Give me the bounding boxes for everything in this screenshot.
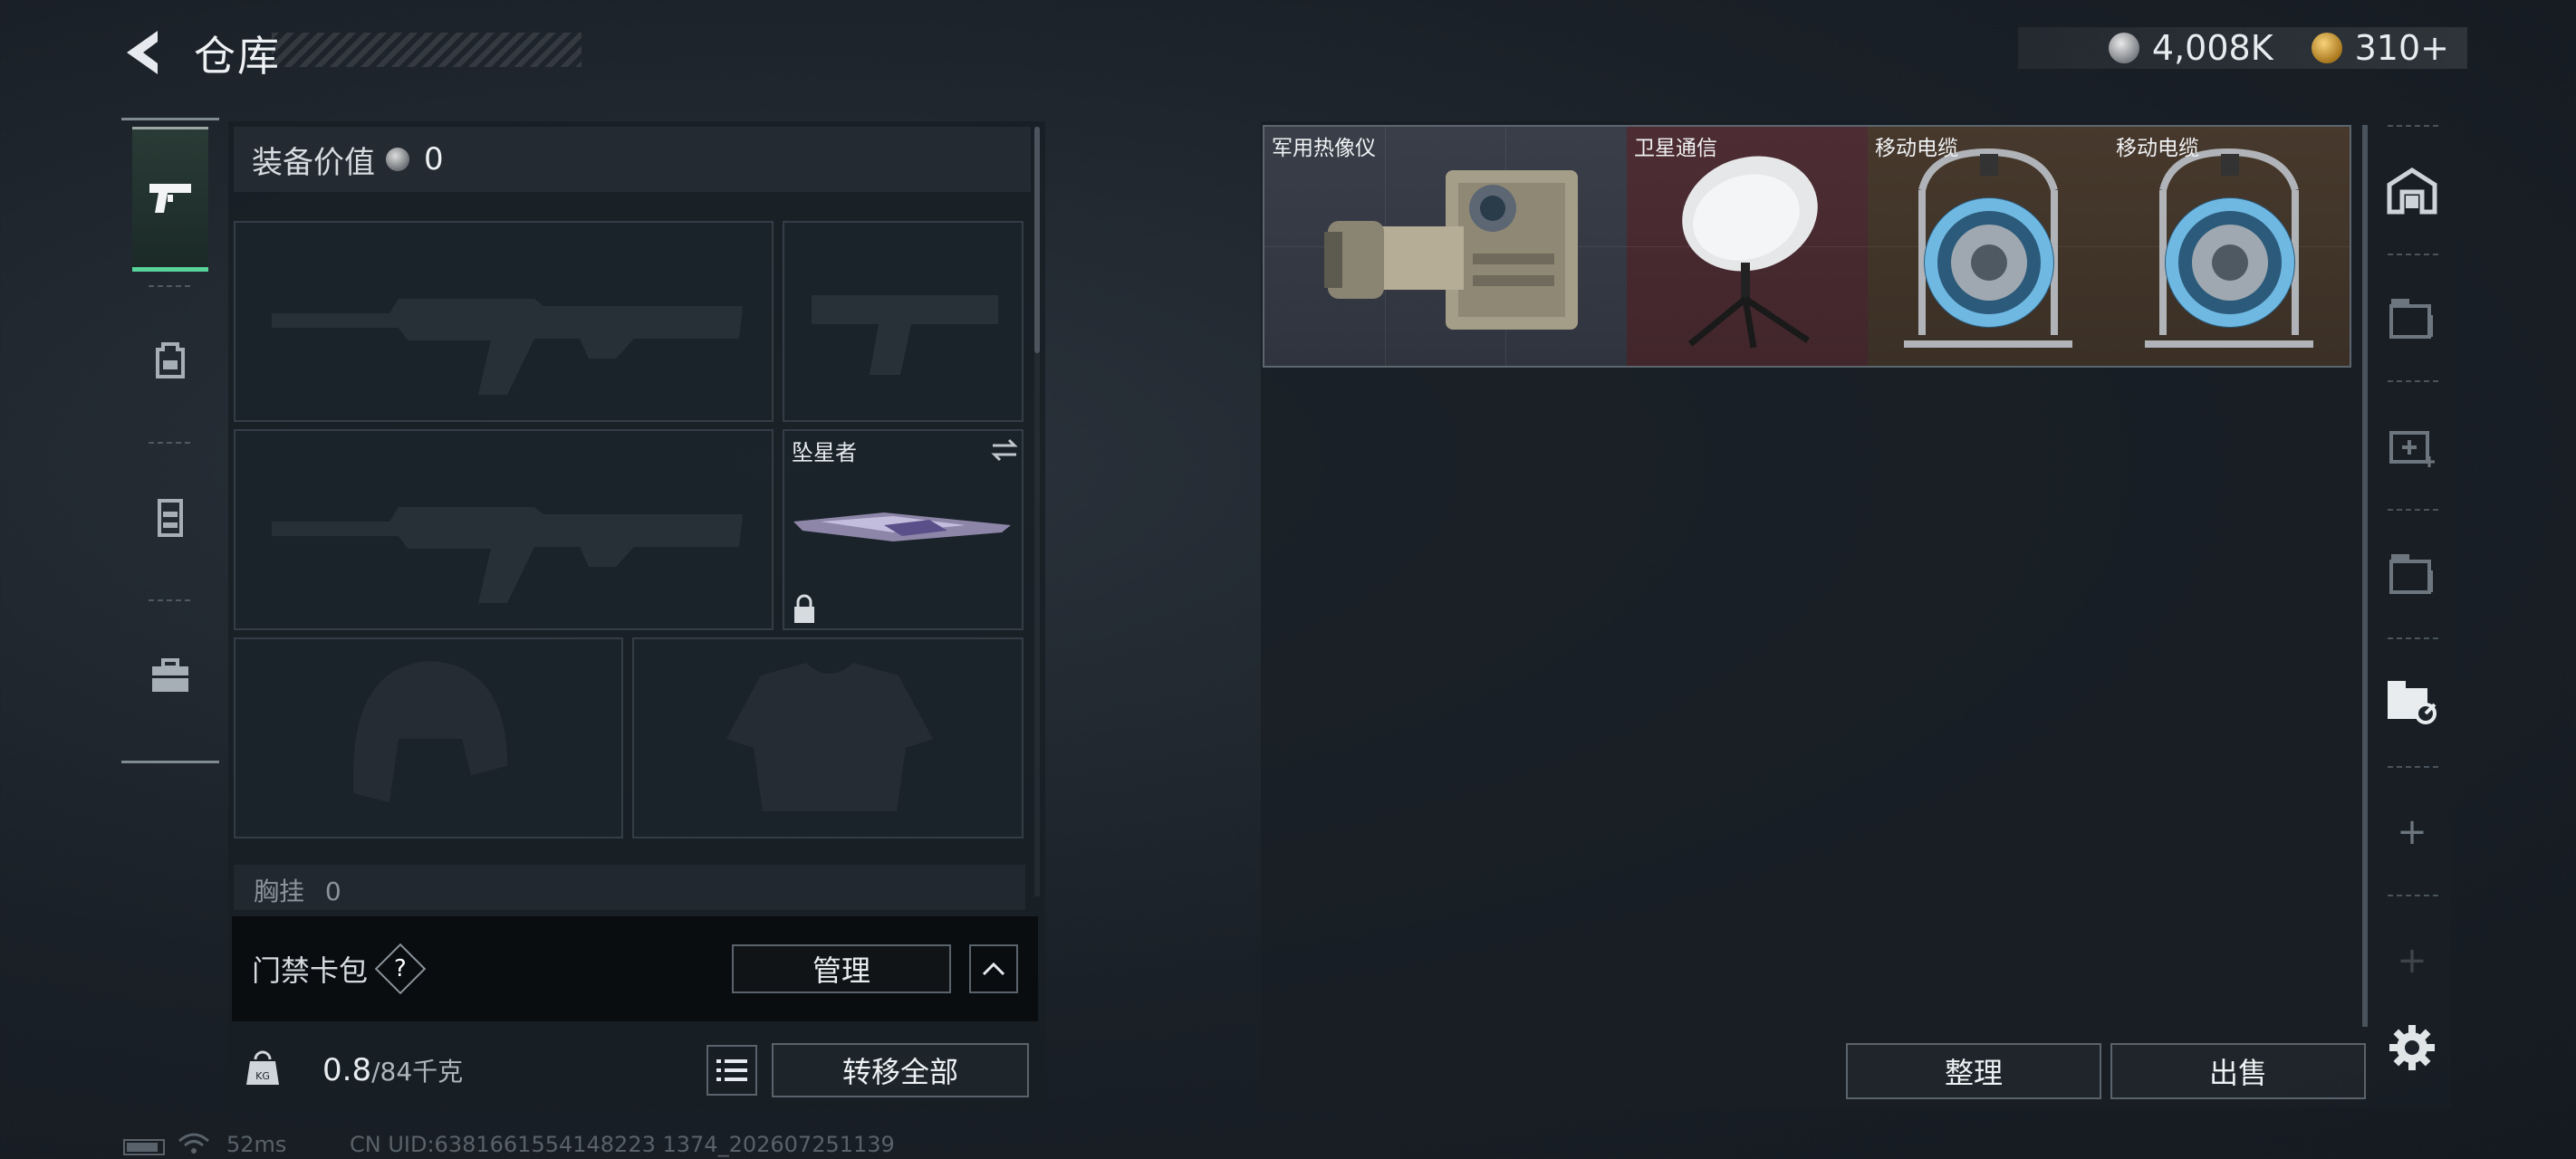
medical-box-icon: [2389, 431, 2435, 467]
vest-icon: [158, 499, 183, 537]
rail-bottom-line: [121, 761, 219, 763]
storage-house-icon: [2387, 168, 2437, 215]
carry-weight: 0.8/84千克: [322, 1052, 463, 1088]
rail-separator: [2388, 380, 2438, 382]
collapse-button[interactable]: [969, 944, 1018, 993]
silver-balance: 4,008K: [2151, 28, 2273, 68]
page-title: 仓库: [194, 32, 281, 81]
help-mark: ?: [394, 955, 407, 982]
backpack-icon: [156, 342, 185, 378]
list-icon: [716, 1059, 747, 1081]
rail-separator: [2388, 509, 2438, 511]
chevron-up-icon: [982, 962, 1005, 976]
stash-page-3[interactable]: [2380, 413, 2444, 476]
gold-coin-icon: [2311, 33, 2342, 63]
tab-briefcase[interactable]: [132, 603, 208, 748]
stash-item-satellite-comm[interactable]: 卫星通信: [1627, 127, 1868, 366]
equipment-scrollbar[interactable]: [1034, 127, 1040, 353]
rail-separator: [2388, 637, 2438, 639]
help-icon[interactable]: ?: [374, 943, 427, 995]
item-name: 移动电缆: [2116, 137, 2199, 160]
svg-text:KG: KG: [255, 1070, 270, 1082]
silver-coin-icon: [2108, 33, 2139, 63]
slot-primary-weapon[interactable]: [234, 221, 774, 422]
stash-box-icon: [2389, 554, 2433, 594]
slot-helmet[interactable]: [234, 637, 623, 838]
equipment-value-label: 装备价值: [252, 144, 375, 181]
cable-stash-icon: [2388, 681, 2437, 724]
rail-top-line: [121, 118, 219, 120]
chest-rig-header: 胸挂 0: [234, 865, 1025, 910]
helmet-silhouette-icon: [353, 661, 507, 802]
add-stash-button-disabled: +: [2380, 929, 2444, 992]
stash-box-icon: [2389, 299, 2433, 339]
item-name: 军用热像仪: [1272, 137, 1376, 160]
user-uid: CN UID:6381661554148223 1374_20260725113…: [350, 1132, 895, 1157]
plus-icon: +: [2397, 940, 2427, 982]
tab-separator: [149, 285, 192, 287]
stash-scrollbar[interactable]: [2362, 125, 2368, 1027]
add-stash-button[interactable]: +: [2380, 800, 2444, 864]
rifle-silhouette-icon: [272, 299, 743, 395]
stash-page-4[interactable]: [2380, 541, 2444, 605]
sell-button[interactable]: 出售: [2110, 1043, 2366, 1099]
rail-separator: [2388, 125, 2438, 127]
item-name: 移动电缆: [1875, 137, 1958, 160]
plus-icon: +: [2397, 811, 2427, 853]
list-view-button[interactable]: [706, 1045, 757, 1096]
satellite-dish-image: [1682, 156, 1818, 349]
transfer-all-button[interactable]: 转移全部: [772, 1043, 1029, 1097]
tab-weapons[interactable]: [132, 127, 208, 272]
pistol-icon: [149, 184, 191, 213]
weight-kg-icon: KG: [246, 1050, 279, 1085]
rail-separator: [2388, 766, 2438, 768]
stash-item-mobile-cable[interactable]: 移动电缆: [2109, 127, 2350, 366]
rail-separator: [2388, 254, 2438, 255]
title-decoration: [272, 33, 582, 67]
gold-balance[interactable]: 310+: [2355, 28, 2449, 68]
equipment-value: 0: [424, 141, 444, 177]
armor-silhouette-icon: [726, 663, 933, 811]
pistol-silhouette-icon: [812, 295, 998, 375]
tab-separator: [149, 599, 192, 601]
manage-button[interactable]: 管理: [732, 944, 951, 993]
stash-item-mobile-cable[interactable]: 移动电缆: [1868, 127, 2109, 366]
slot-secondary-weapon[interactable]: [234, 429, 774, 630]
tab-backpack[interactable]: [132, 288, 208, 433]
stash-page-2[interactable]: [2380, 286, 2444, 350]
thermal-imager-image: [1324, 170, 1578, 330]
ping-value: 52ms: [226, 1132, 287, 1157]
keycard-label: 门禁卡包: [252, 953, 369, 988]
wifi-icon: [178, 1132, 210, 1159]
cable-reel-image: [1904, 148, 2072, 348]
rail-separator: [2388, 895, 2438, 896]
rifle-silhouette-icon: [272, 507, 743, 603]
stash-page-1[interactable]: [2380, 159, 2444, 223]
slot-melee[interactable]: 坠星者: [783, 429, 1024, 630]
slot-armor[interactable]: [632, 637, 1024, 838]
chest-rig-label: 胸挂: [254, 876, 305, 906]
stash-item-thermal-imager[interactable]: 军用热像仪: [1264, 127, 1627, 366]
back-arrow-icon[interactable]: [120, 27, 165, 78]
chest-rig-count: 0: [324, 876, 341, 906]
carry-weight-max: /84千克: [371, 1057, 464, 1087]
briefcase-icon: [152, 658, 188, 692]
silver-coin-icon: [386, 148, 409, 171]
stash-page-5-active[interactable]: [2380, 670, 2444, 733]
sort-button[interactable]: 整理: [1846, 1043, 2101, 1099]
currency-bar: 4,008K 310+: [2018, 27, 2467, 69]
tab-vest[interactable]: [132, 445, 208, 590]
item-name: 卫星通信: [1634, 137, 1717, 160]
swap-icon[interactable]: [989, 438, 1020, 462]
equipment-value-header: 装备价值 0: [234, 127, 1031, 192]
lock-icon: [794, 594, 814, 623]
cable-reel-image: [2145, 148, 2313, 348]
carry-weight-current: 0.8: [322, 1052, 372, 1088]
battery-icon: [123, 1139, 165, 1155]
gear-icon: [2389, 1025, 2435, 1070]
tab-separator: [149, 442, 192, 444]
slot-sidearm[interactable]: [783, 221, 1024, 422]
settings-button[interactable]: [2380, 1016, 2444, 1079]
